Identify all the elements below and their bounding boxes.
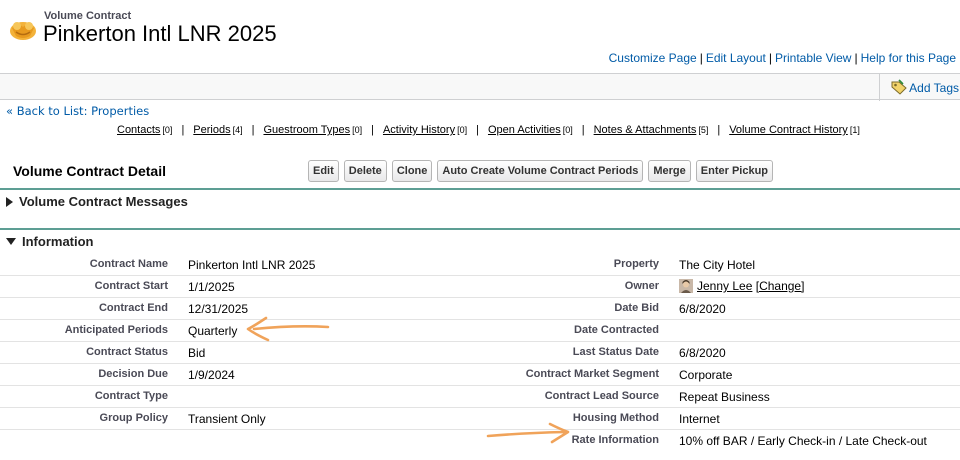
field-value: The City Hotel	[679, 258, 756, 272]
field-value: Corporate	[679, 368, 733, 382]
back-to-list-link[interactable]: « Back to List: Properties	[6, 104, 149, 118]
field-label: Last Status Date	[572, 346, 659, 358]
field-label: Date Contracted	[574, 324, 659, 336]
field-label: Contract Lead Source	[544, 390, 659, 402]
related-count: [0]	[457, 125, 468, 135]
field-row: Group Policy Transient Only Housing Meth…	[0, 408, 960, 430]
enter-pickup-button[interactable]: Enter Pickup	[695, 160, 774, 182]
field-value: 6/8/2020	[679, 346, 726, 360]
field-label: Rate Information	[571, 434, 659, 446]
detail-section-title: Volume Contract Detail	[13, 163, 166, 179]
field-row: Decision Due 1/9/2024 Contract Market Se…	[0, 364, 960, 386]
tag-bar: Add Tags	[0, 73, 960, 101]
field-row: Contract Type Contract Lead Source Repea…	[0, 386, 960, 408]
customize-page-link[interactable]: Customize Page	[609, 51, 697, 65]
clone-button[interactable]: Clone	[391, 160, 433, 182]
field-value: Pinkerton Intl LNR 2025	[188, 258, 316, 272]
edit-layout-link[interactable]: Edit Layout	[706, 51, 766, 65]
detail-button-row: Edit Delete Clone Auto Create Volume Con…	[308, 160, 774, 182]
add-tags-link[interactable]: Add Tags	[909, 81, 959, 95]
related-count: [0]	[562, 125, 573, 135]
expand-triangle-icon	[6, 196, 13, 207]
field-row: Contract Status Bid Last Status Date 6/8…	[0, 342, 960, 364]
field-label: Housing Method	[572, 412, 659, 424]
related-link-activity-history[interactable]: Activity History	[383, 124, 455, 136]
tag-icon[interactable]	[890, 79, 908, 95]
information-section-toggle[interactable]: Information	[6, 234, 94, 249]
related-count: [0]	[352, 125, 363, 135]
field-row: Contract End 12/31/2025 Date Bid 6/8/202…	[0, 298, 960, 320]
field-label: Group Policy	[99, 412, 168, 424]
field-row: Anticipated Periods Quarterly Date Contr…	[0, 320, 960, 342]
delete-button[interactable]: Delete	[343, 160, 387, 182]
messages-section-title: Volume Contract Messages	[19, 194, 188, 209]
field-row: Contract Start 1/1/2025 Owner Jenny Lee …	[0, 276, 960, 298]
related-link-open-activities[interactable]: Open Activities	[488, 124, 561, 136]
user-avatar-icon	[679, 279, 693, 293]
field-value: 1/1/2025	[188, 280, 235, 294]
field-label: Decision Due	[98, 368, 168, 380]
field-value: Bid	[188, 346, 206, 360]
related-link-periods[interactable]: Periods	[193, 124, 230, 136]
field-label: Contract Status	[86, 346, 168, 358]
field-value: 6/8/2020	[679, 302, 726, 316]
messages-section-toggle[interactable]: Volume Contract Messages	[6, 194, 188, 209]
related-count: [0]	[162, 125, 173, 135]
related-link-contacts[interactable]: Contacts	[117, 124, 160, 136]
related-link-notes-attachments[interactable]: Notes & Attachments	[594, 124, 697, 136]
field-value: Transient Only	[188, 412, 266, 426]
field-value: Repeat Business	[679, 390, 770, 404]
tag-bar-divider	[879, 74, 880, 101]
information-section-title: Information	[22, 234, 94, 249]
owner-value: Jenny Lee [Change]	[679, 279, 804, 293]
field-row: Contract Name Pinkerton Intl LNR 2025 Pr…	[0, 254, 960, 276]
auto-create-periods-button[interactable]: Auto Create Volume Contract Periods	[437, 160, 644, 182]
related-count: [4]	[232, 125, 243, 135]
field-value: Quarterly	[188, 324, 238, 338]
section-divider	[0, 228, 960, 230]
field-value: Internet	[679, 412, 720, 426]
merge-button[interactable]: Merge	[648, 160, 691, 182]
field-label: Owner	[624, 280, 659, 292]
page-title: Pinkerton Intl LNR 2025	[43, 21, 277, 46]
section-divider	[0, 188, 960, 190]
related-link-guestroom-types[interactable]: Guestroom Types	[263, 124, 350, 136]
help-link[interactable]: Help for this Page	[861, 51, 956, 65]
printable-view-link[interactable]: Printable View	[775, 51, 852, 65]
annotation-arrow-periods	[246, 316, 330, 342]
field-label: Contract Type	[94, 390, 168, 402]
information-field-table: Contract Name Pinkerton Intl LNR 2025 Pr…	[0, 254, 960, 451]
related-count: [1]	[849, 125, 860, 135]
owner-change-link[interactable]: [Change]	[756, 279, 805, 293]
related-count: [5]	[698, 125, 709, 135]
related-list-links: Contacts [0] | Periods [4] | Guestroom Types [0…	[117, 124, 860, 136]
field-label: Contract Name	[89, 258, 168, 270]
field-label: Contract Start	[94, 280, 168, 292]
edit-button[interactable]: Edit	[308, 160, 339, 182]
field-value: 10% off BAR / Early Check-in / Late Chec…	[679, 434, 927, 448]
page-utility-links: Customize Page | Edit Layout | Printable Vie…	[608, 51, 956, 65]
owner-name-link[interactable]: Jenny Lee	[697, 279, 752, 293]
field-label: Property	[613, 258, 659, 270]
field-label: Date Bid	[614, 302, 659, 314]
field-label: Contract Market Segment	[525, 368, 659, 380]
related-link-volume-contract-history[interactable]: Volume Contract History	[729, 124, 848, 136]
field-value: 1/9/2024	[188, 368, 235, 382]
handshake-icon	[10, 22, 36, 40]
collapse-triangle-icon	[6, 238, 16, 246]
annotation-arrow-rate	[486, 422, 570, 444]
field-label: Contract End	[98, 302, 168, 314]
field-row: Rate Information 10% off BAR / Early Che…	[0, 430, 960, 451]
field-label: Anticipated Periods	[64, 324, 168, 336]
